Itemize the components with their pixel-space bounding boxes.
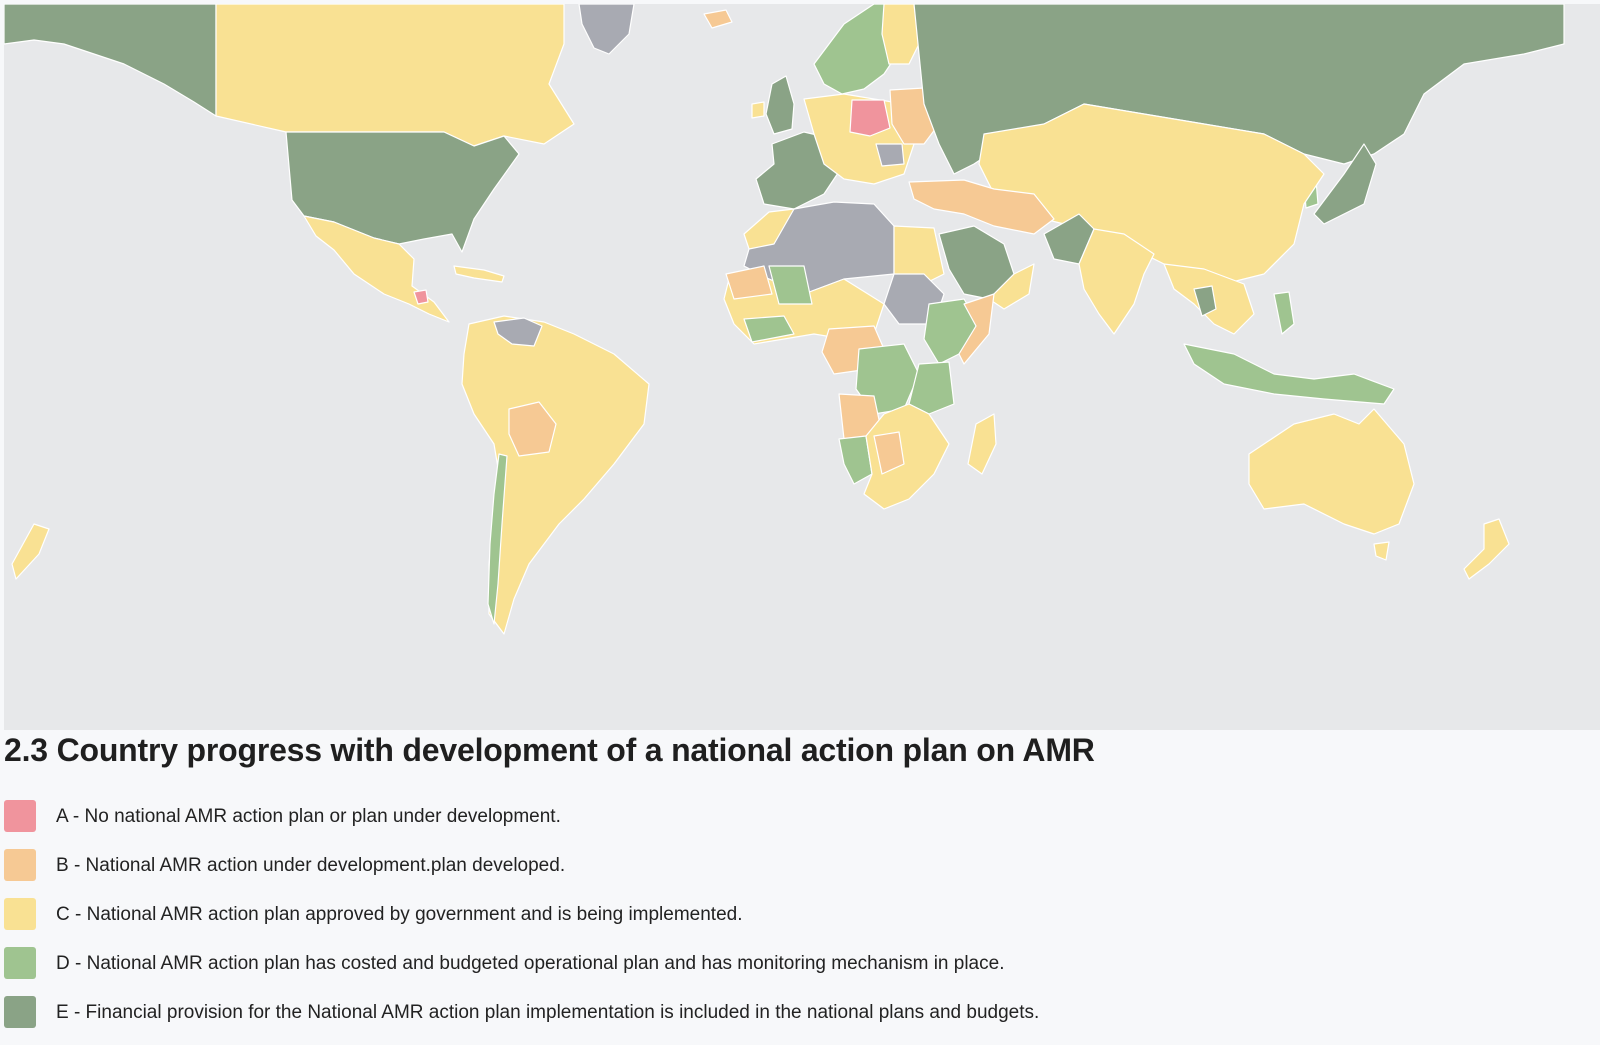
legend-swatch-c <box>4 898 36 930</box>
region-alaska[interactable] <box>4 4 217 117</box>
region-caribbean[interactable] <box>453 265 505 283</box>
region-indonesia[interactable] <box>1183 343 1395 405</box>
region-iceland[interactable] <box>703 9 733 29</box>
legend-label-d: D - National AMR action plan has costed … <box>56 953 1005 974</box>
region-philippines[interactable] <box>1273 291 1295 335</box>
legend-swatch-e <box>4 996 36 1028</box>
region-greenland[interactable] <box>578 4 635 55</box>
legend-item-a: A - No national AMR action plan or plan … <box>4 800 1564 832</box>
region-ireland[interactable] <box>751 101 765 119</box>
world-map-svg <box>4 4 1565 635</box>
legend: A - No national AMR action plan or plan … <box>4 800 1564 1045</box>
legend-label-e: E - Financial provision for the National… <box>56 1002 1040 1023</box>
region-uk[interactable] <box>765 75 795 135</box>
region-new-zealand-west[interactable] <box>11 523 50 580</box>
legend-label-b: B - National AMR action under developmen… <box>56 855 566 876</box>
legend-swatch-b <box>4 849 36 881</box>
legend-swatch-d <box>4 947 36 979</box>
legend-item-e: E - Financial provision for the National… <box>4 996 1564 1028</box>
region-australia[interactable] <box>1248 408 1415 535</box>
region-tasmania[interactable] <box>1373 541 1390 561</box>
page-title: 2.3 Country progress with development of… <box>4 732 1095 768</box>
region-new-zealand[interactable] <box>1463 518 1510 580</box>
region-poland[interactable] <box>849 99 891 137</box>
legend-swatch-a <box>4 800 36 832</box>
legend-item-b: B - National AMR action under developmen… <box>4 849 1564 881</box>
legend-label-a: A - No national AMR action plan or plan … <box>56 806 561 827</box>
region-mauritania[interactable] <box>725 265 773 300</box>
region-finland[interactable] <box>881 4 920 65</box>
region-canada[interactable] <box>215 4 575 147</box>
legend-item-d: D - National AMR action plan has costed … <box>4 947 1564 979</box>
legend-item-c: C - National AMR action plan approved by… <box>4 898 1564 930</box>
world-map[interactable] <box>4 4 1600 730</box>
region-madagascar[interactable] <box>967 413 997 475</box>
legend-label-c: C - National AMR action plan approved by… <box>56 904 743 925</box>
